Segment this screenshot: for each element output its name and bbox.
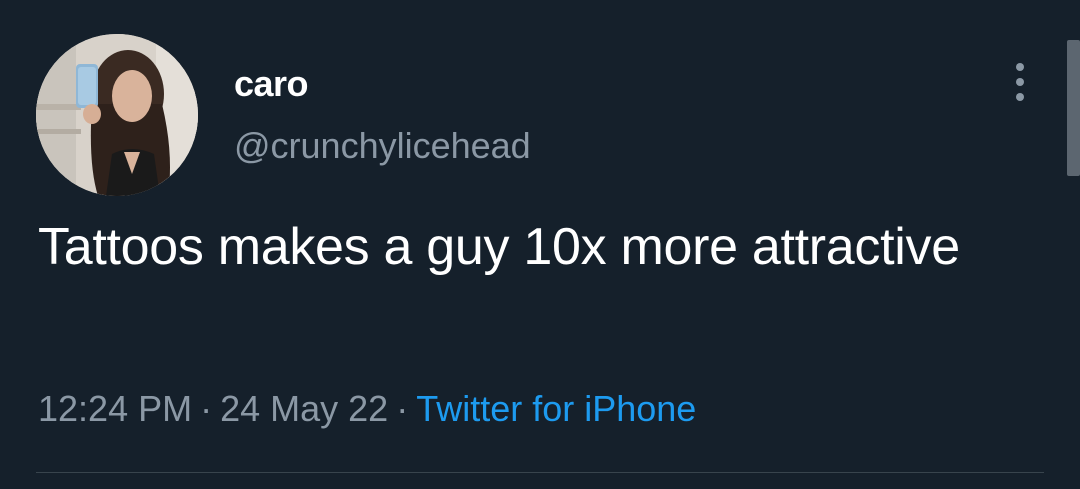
meta-separator: · — [200, 388, 213, 429]
tweet-date[interactable]: 24 May 22 — [220, 388, 388, 429]
scrollbar[interactable] — [1067, 40, 1080, 176]
tweet-text: Tattoos makes a guy 10x more attractive — [38, 218, 960, 276]
avatar-image — [36, 34, 198, 196]
more-vertical-icon-dot — [1016, 78, 1024, 86]
display-name[interactable]: caro — [234, 62, 309, 106]
divider — [36, 472, 1044, 473]
more-options-button[interactable] — [1004, 60, 1036, 104]
user-handle[interactable]: @crunchylicehead — [234, 124, 531, 168]
tweet-source-link[interactable]: Twitter for iPhone — [416, 388, 696, 429]
more-vertical-icon — [1016, 63, 1024, 71]
avatar[interactable] — [36, 34, 198, 196]
tweet-metadata: 12:24 PM · 24 May 22 · Twitter for iPhone — [38, 384, 696, 434]
tweet-time[interactable]: 12:24 PM — [38, 388, 192, 429]
more-vertical-icon-dot — [1016, 93, 1024, 101]
tweet-container: caro @crunchylicehead Tattoos makes a gu… — [0, 0, 1080, 489]
meta-separator: · — [396, 388, 409, 429]
